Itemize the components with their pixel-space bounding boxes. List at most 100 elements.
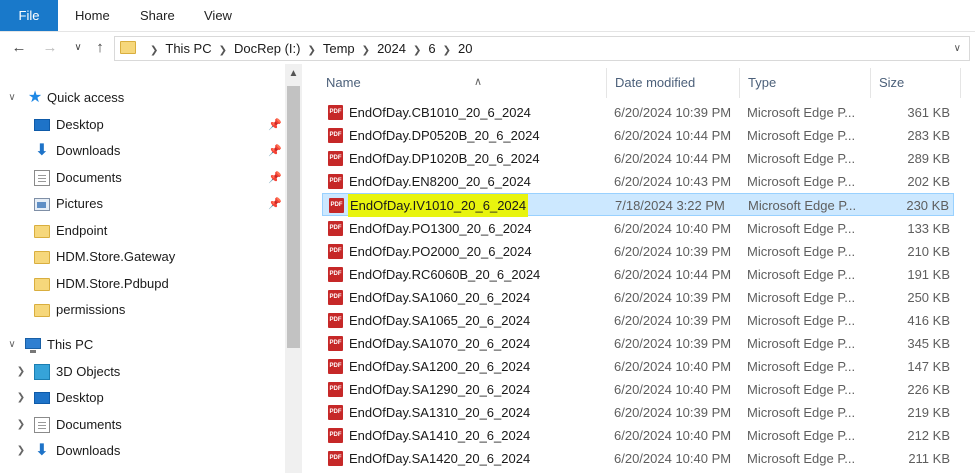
download-icon: ⬇: [35, 442, 49, 459]
file-row[interactable]: PDF EndOfDay.RC6060B_20_6_2024 6/20/2024…: [322, 263, 954, 286]
nav-item-hdm-store-pdbupd[interactable]: HDM.Store.Pdbupd: [0, 272, 285, 296]
address-bar[interactable]: ❯ This PC ❯ DocRep (I:) ❯ Temp ❯ 2024 ❯ 6 ❯ 20 ∨: [114, 36, 970, 61]
column-header-type[interactable]: Type: [740, 68, 871, 98]
nav-item-pictures[interactable]: Pictures 📌: [0, 192, 285, 216]
pdf-icon: PDF: [328, 313, 343, 328]
file-date: 6/20/2024 10:39 PM: [614, 290, 732, 305]
tab-home[interactable]: Home: [75, 0, 110, 31]
nav-item-pc-downloads[interactable]: ❯ ⬇ Downloads: [14, 439, 285, 463]
chevron-down-icon[interactable]: ∨: [5, 333, 19, 357]
pin-icon[interactable]: 📌: [268, 192, 282, 216]
chevron-right-icon[interactable]: ❯: [14, 439, 28, 463]
nav-this-pc[interactable]: ∨ This PC: [5, 333, 285, 357]
nav-item-downloads[interactable]: ⬇ Downloads 📌: [0, 139, 285, 163]
nav-label: Pictures: [56, 196, 103, 211]
pictures-icon: [34, 198, 50, 211]
chevron-right-icon[interactable]: ❯: [219, 45, 227, 56]
pdf-icon: PDF: [328, 290, 343, 305]
file-date: 6/20/2024 10:40 PM: [614, 382, 732, 397]
file-size: 191 KB: [907, 267, 950, 282]
tab-view[interactable]: View: [204, 0, 232, 31]
chevron-right-icon[interactable]: ❯: [307, 45, 315, 56]
file-row[interactable]: PDF EndOfDay.SA1200_20_6_2024 6/20/2024 …: [322, 355, 954, 378]
chevron-right-icon[interactable]: ❯: [14, 360, 28, 384]
address-dropdown-icon[interactable]: ∨: [954, 43, 961, 54]
nav-label: Desktop: [56, 117, 104, 132]
chevron-right-icon[interactable]: ❯: [362, 45, 370, 56]
nav-item-permissions[interactable]: permissions: [0, 298, 285, 322]
desktop-icon: [34, 392, 50, 404]
nav-item-pc-documents[interactable]: ❯ Documents: [14, 413, 285, 437]
nav-item-documents[interactable]: Documents 📌: [0, 166, 285, 190]
file-size: 289 KB: [907, 151, 950, 166]
file-row-selected[interactable]: PDF EndOfDay.IV1010_20_6_2024 7/18/2024 …: [322, 193, 954, 217]
file-row[interactable]: PDF EndOfDay.CB1010_20_6_2024 6/20/2024 …: [322, 101, 954, 124]
file-row[interactable]: PDF EndOfDay.DP1020B_20_6_2024 6/20/2024…: [322, 147, 954, 170]
tab-file[interactable]: File: [0, 0, 58, 31]
nav-quick-access[interactable]: ∨ ★ Quick access: [5, 86, 285, 110]
nav-label: Documents: [56, 170, 122, 185]
file-name: EndOfDay.CB1010_20_6_2024: [349, 105, 531, 120]
file-row[interactable]: PDF EndOfDay.EN8200_20_6_2024 6/20/2024 …: [322, 170, 954, 193]
scrollbar-thumb[interactable]: [287, 86, 300, 348]
file-type: Microsoft Edge P...: [747, 267, 856, 282]
crumb-year[interactable]: 2024: [377, 41, 406, 56]
ribbon: File Home Share View: [0, 0, 975, 32]
file-row[interactable]: PDF EndOfDay.SA1060_20_6_2024 6/20/2024 …: [322, 286, 954, 309]
pin-icon[interactable]: 📌: [268, 113, 282, 137]
file-name: EndOfDay.SA1200_20_6_2024: [349, 359, 531, 374]
file-size: 219 KB: [907, 405, 950, 420]
crumb-day[interactable]: 20: [458, 41, 472, 56]
file-row[interactable]: PDF EndOfDay.PO1300_20_6_2024 6/20/2024 …: [322, 217, 954, 240]
recent-locations-chevron-icon[interactable]: ∨: [68, 38, 88, 58]
file-row[interactable]: PDF EndOfDay.PO2000_20_6_2024 6/20/2024 …: [322, 240, 954, 263]
chevron-right-icon[interactable]: ❯: [14, 386, 28, 410]
scroll-up-icon[interactable]: ▲: [285, 68, 302, 79]
forward-arrow-icon[interactable]: →: [40, 38, 60, 58]
nav-item-3d-objects[interactable]: ❯ 3D Objects: [14, 360, 285, 384]
sort-ascending-icon: ∧: [474, 76, 483, 88]
nav-label: Documents: [56, 417, 122, 432]
file-row[interactable]: PDF EndOfDay.SA1290_20_6_2024 6/20/2024 …: [322, 378, 954, 401]
document-icon: [34, 170, 50, 186]
crumb-temp[interactable]: Temp: [323, 41, 355, 56]
pdf-icon: PDF: [328, 267, 343, 282]
nav-item-pc-desktop[interactable]: ❯ Desktop: [14, 386, 285, 410]
nav-label: 3D Objects: [56, 364, 121, 379]
column-header-size[interactable]: Size: [871, 68, 961, 98]
file-date: 6/20/2024 10:43 PM: [614, 174, 732, 189]
nav-item-hdm-store-gateway[interactable]: HDM.Store.Gateway: [0, 245, 285, 269]
pdf-icon: PDF: [328, 382, 343, 397]
file-row[interactable]: PDF EndOfDay.SA1070_20_6_2024 6/20/2024 …: [322, 332, 954, 355]
chevron-right-icon[interactable]: ❯: [413, 45, 421, 56]
back-arrow-icon[interactable]: ←: [9, 38, 29, 58]
nav-label: Downloads: [56, 443, 121, 458]
file-name: EndOfDay.SA1060_20_6_2024: [349, 290, 531, 305]
pin-icon[interactable]: 📌: [268, 166, 282, 190]
file-row[interactable]: PDF EndOfDay.SA1310_20_6_2024 6/20/2024 …: [322, 401, 954, 424]
pdf-icon: PDF: [328, 359, 343, 374]
nav-item-endpoint[interactable]: Endpoint: [0, 219, 285, 243]
tab-share[interactable]: Share: [140, 0, 175, 31]
nav-item-desktop[interactable]: Desktop 📌: [0, 113, 285, 137]
column-header-date[interactable]: Date modified: [607, 68, 740, 98]
chevron-right-icon[interactable]: ❯: [150, 45, 158, 56]
nav-label: This PC: [47, 337, 94, 352]
chevron-right-icon[interactable]: ❯: [443, 45, 451, 56]
file-row[interactable]: PDF EndOfDay.SA1065_20_6_2024 6/20/2024 …: [322, 309, 954, 332]
chevron-right-icon[interactable]: ❯: [14, 413, 28, 437]
file-date: 6/20/2024 10:40 PM: [614, 451, 732, 466]
pin-icon[interactable]: 📌: [268, 139, 282, 163]
crumb-this-pc[interactable]: This PC: [165, 41, 211, 56]
file-row[interactable]: PDF EndOfDay.DP0520B_20_6_2024 6/20/2024…: [322, 124, 954, 147]
crumb-drive[interactable]: DocRep (I:): [234, 41, 300, 56]
chevron-down-icon[interactable]: ∨: [5, 86, 19, 110]
file-row[interactable]: PDF EndOfDay.SA1420_20_6_2024 6/20/2024 …: [322, 447, 954, 470]
up-arrow-icon[interactable]: ↑: [90, 38, 110, 58]
file-list: Name ∧ Date modified Type Size PDF EndOf…: [302, 64, 975, 473]
nav-scrollbar[interactable]: ▲: [285, 64, 302, 473]
column-header-name[interactable]: Name ∧: [318, 68, 607, 98]
file-row[interactable]: PDF EndOfDay.SA1410_20_6_2024 6/20/2024 …: [322, 424, 954, 447]
file-type: Microsoft Edge P...: [747, 405, 856, 420]
crumb-month[interactable]: 6: [428, 41, 435, 56]
